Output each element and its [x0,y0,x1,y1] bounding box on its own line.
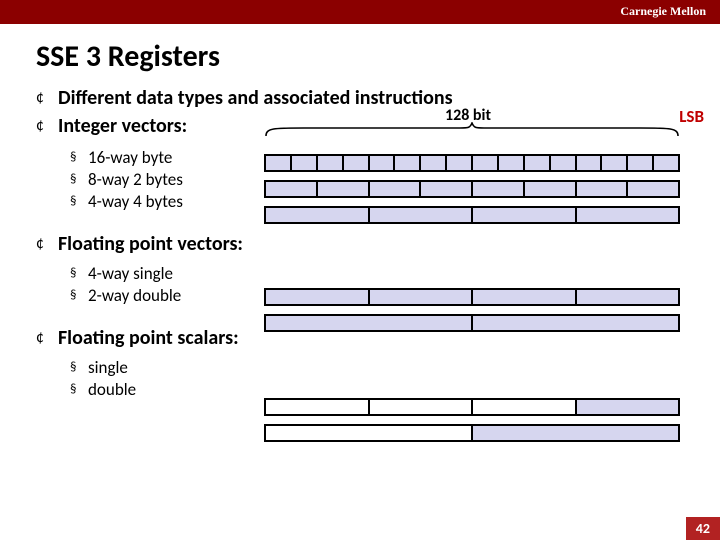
square-bullet-icon: § [70,357,88,379]
lsb-label: LSB [679,106,704,127]
square-bullet-icon: § [70,147,88,169]
square-bullet-icon: § [70,191,88,213]
bullet-text: single [88,357,128,379]
bullet-level2: § single [36,357,720,379]
bullet-text: 4-way single [88,263,173,285]
circle-bullet-icon: ¢ [36,113,58,139]
slide: Carnegie Mellon SSE 3 Registers 128 bit … [0,0,720,540]
page-title: SSE 3 Registers [0,24,720,85]
circle-bullet-icon: ¢ [36,85,58,111]
bullet-level2: § 4-way single [36,263,720,285]
square-bullet-icon: § [70,285,88,307]
circle-bullet-icon: ¢ [36,325,58,351]
register-diagram-4way [264,206,680,232]
register-diagram-2double [264,314,680,340]
bullet-text: Floating point vectors: [58,231,243,257]
bullet-level1: ¢ Floating point vectors: [36,231,720,257]
bullet-text: 2-way double [88,285,181,307]
square-bullet-icon: § [70,263,88,285]
register-diagram-scalar-single [264,398,680,424]
brace-icon [264,122,680,140]
bullet-text: 8-way 2 bytes [88,169,183,191]
square-bullet-icon: § [70,169,88,191]
register-diagram-8way [264,180,680,206]
page-number: 42 [686,517,720,540]
register-diagram-16way [264,154,680,180]
square-bullet-icon: § [70,379,88,401]
register-diagram-scalar-double [264,424,680,450]
bullet-text: Floating point scalars: [58,325,239,351]
bullet-text: double [88,379,136,401]
bullet-text: 4-way 4 bytes [88,191,183,213]
bullet-text: 16-way byte [88,147,172,169]
circle-bullet-icon: ¢ [36,231,58,257]
register-diagram-4single [264,288,680,314]
brand-label: Carnegie Mellon [620,4,706,19]
top-bar: Carnegie Mellon [0,0,720,24]
bullet-text: Integer vectors: [58,113,187,139]
